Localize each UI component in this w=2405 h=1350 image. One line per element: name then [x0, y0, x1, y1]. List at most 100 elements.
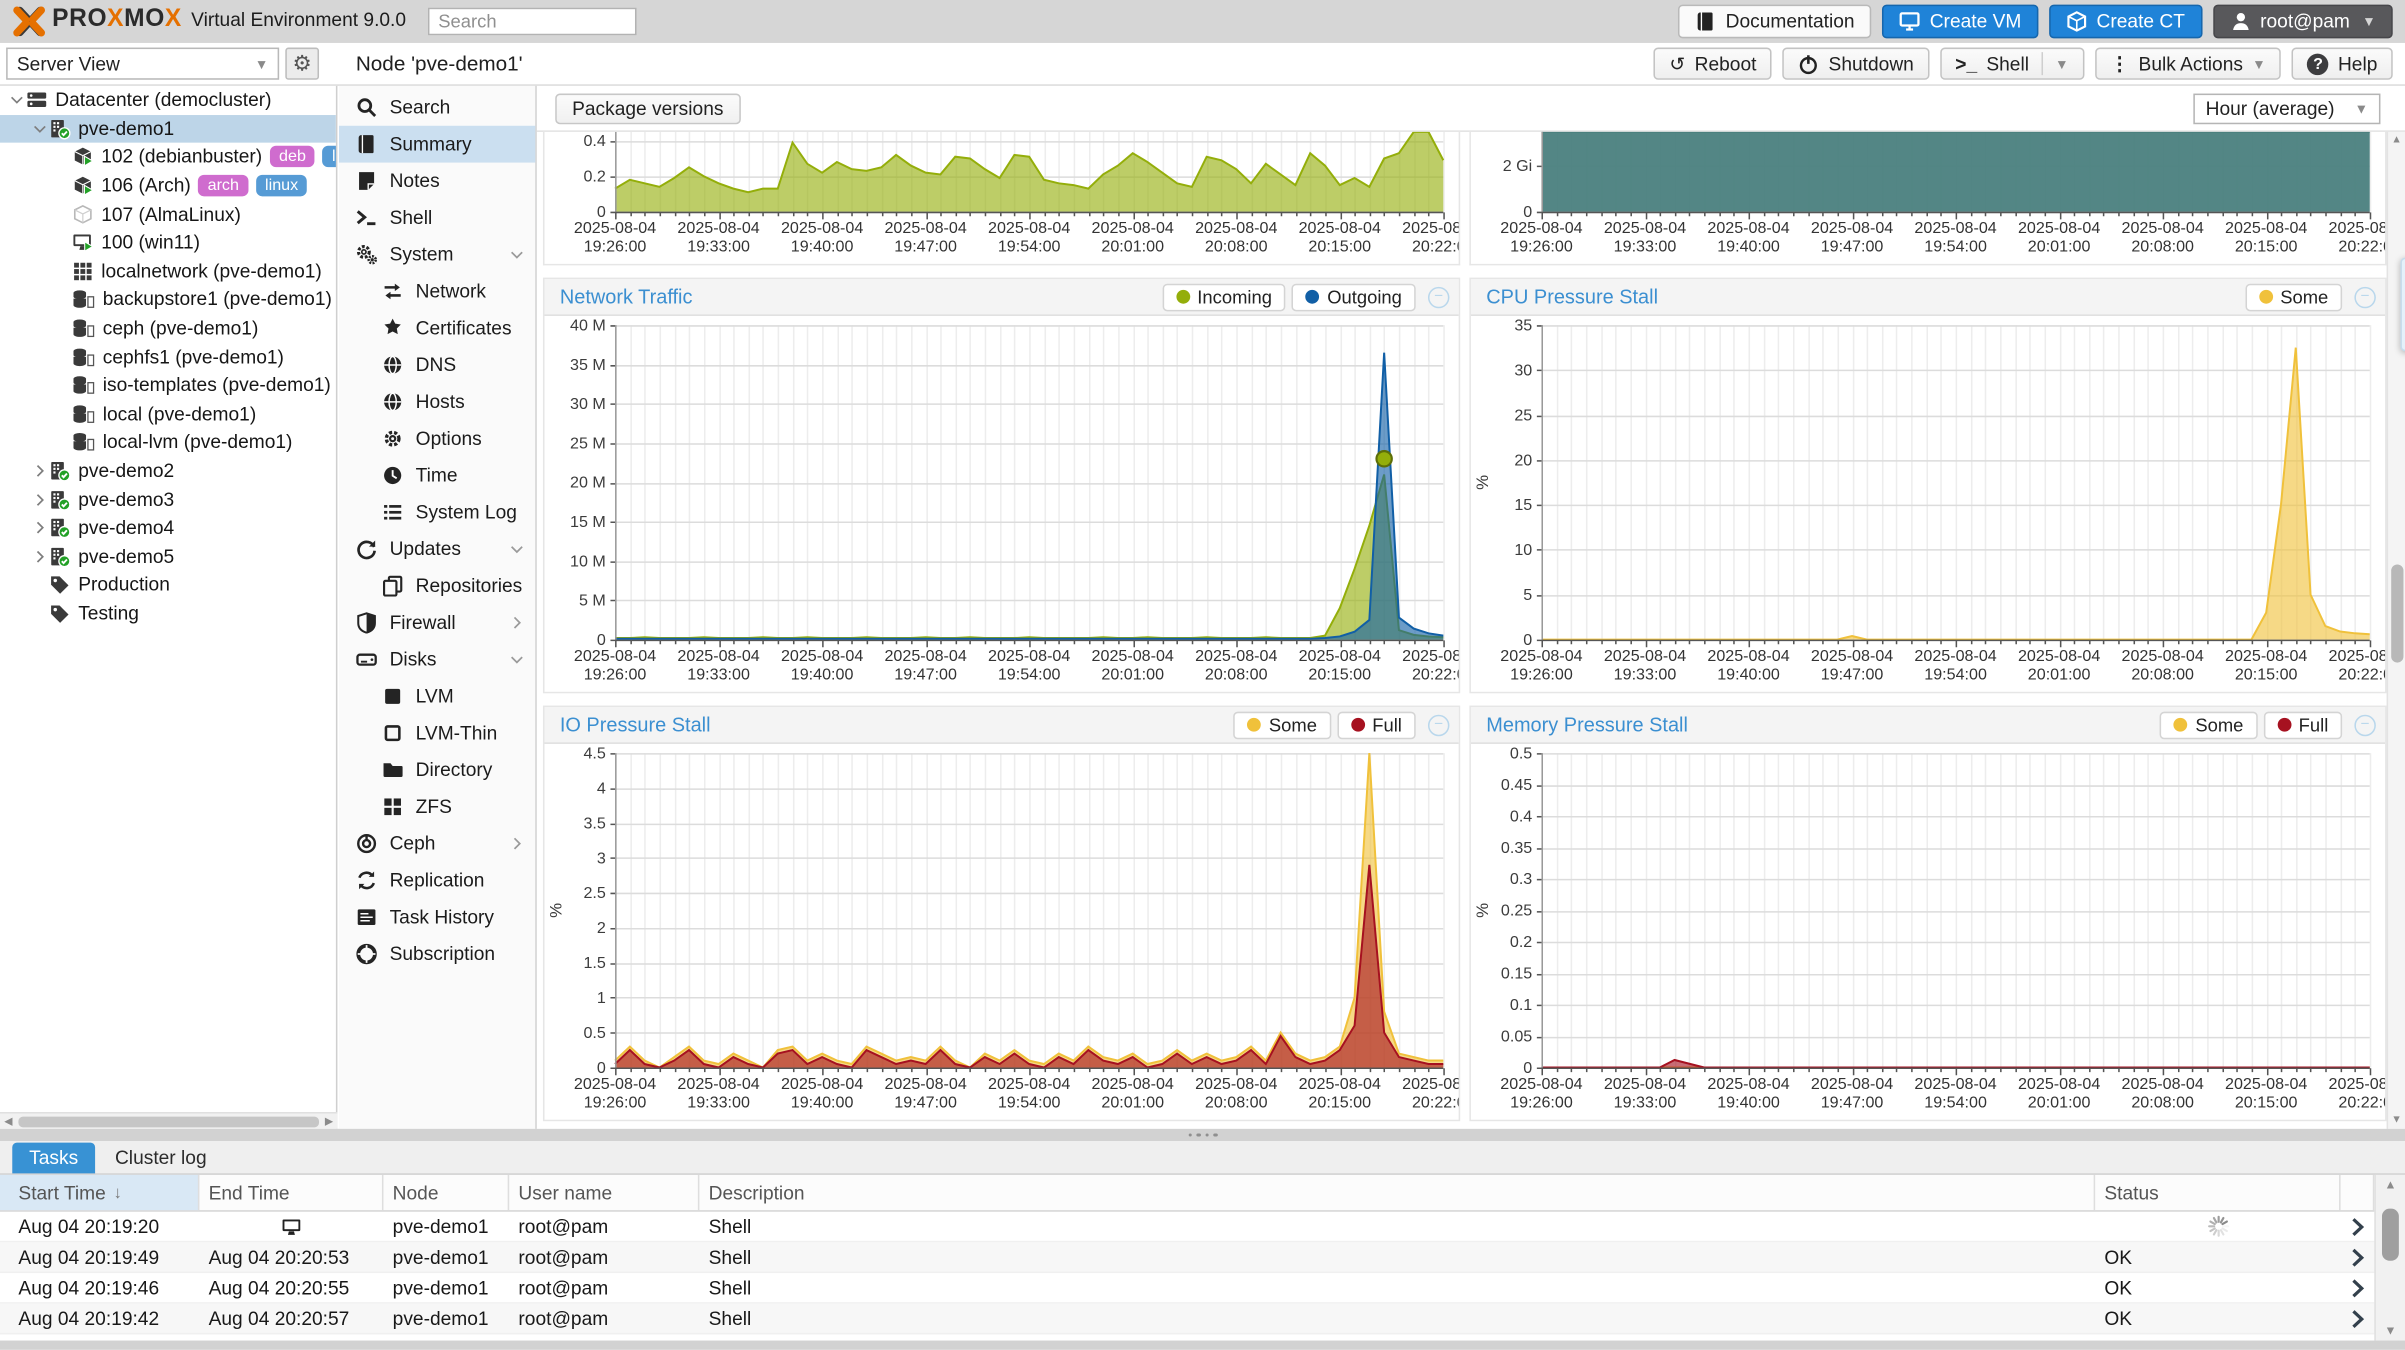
legend-some-button[interactable]: Some: [2160, 710, 2258, 739]
menu-item-task-history[interactable]: Task History: [339, 899, 535, 936]
menu-item-summary[interactable]: Summary: [338, 125, 536, 163]
panel-tool-icon[interactable]: −: [1427, 286, 1450, 308]
tree-item-pve-demo4[interactable]: pve-demo4: [0, 514, 336, 543]
help-button[interactable]: ? Help: [2291, 47, 2393, 80]
menu-item-disks[interactable]: Disks: [339, 641, 535, 678]
tree-item-pve-demo3[interactable]: pve-demo3: [0, 485, 336, 514]
menu-item-firewall[interactable]: Firewall: [339, 604, 535, 641]
tree-item-cephfs1-pve-demo1[interactable]: cephfs1 (pve-demo1): [0, 343, 336, 372]
tree-item-102-debianbuster[interactable]: 102 (debianbuster) deb linux: [0, 143, 336, 172]
legend-outgoing-button[interactable]: Outgoing: [1291, 282, 1416, 311]
menu-item-options[interactable]: Options: [339, 420, 535, 457]
column-header-user-name[interactable]: User name: [509, 1174, 700, 1211]
scrollbar-thumb[interactable]: [2381, 1208, 2399, 1261]
tasks-scrollbar[interactable]: ▲ ▼: [2374, 1174, 2405, 1341]
caret-down-icon[interactable]: [6, 92, 26, 107]
scroll-right-icon[interactable]: ▶: [321, 1115, 338, 1128]
menu-item-updates[interactable]: Updates: [339, 531, 535, 568]
menu-item-time[interactable]: Time: [339, 457, 535, 494]
tree-item-100-win11[interactable]: 100 (win11): [0, 228, 336, 257]
task-expand[interactable]: [2341, 1212, 2375, 1241]
menu-item-network[interactable]: Network: [339, 273, 535, 310]
caret-right-icon[interactable]: [29, 549, 49, 564]
tree-item-localnetwork-pve-demo1[interactable]: localnetwork (pve-demo1): [0, 257, 336, 286]
task-expand[interactable]: [2341, 1273, 2375, 1302]
menu-item-ceph[interactable]: Ceph: [339, 825, 535, 862]
tree-item-datacenter-democluster[interactable]: Datacenter (democluster): [0, 86, 336, 115]
scroll-down-icon[interactable]: ▼: [2376, 1324, 2405, 1338]
column-header-status[interactable]: Status: [2095, 1174, 2341, 1211]
caret-right-icon[interactable]: [29, 520, 49, 535]
task-row[interactable]: Aug 04 20:19:46 Aug 04 20:20:55 pve-demo1 r…: [0, 1273, 2405, 1304]
column-header-end-time[interactable]: End Time: [199, 1174, 384, 1211]
menu-item-zfs[interactable]: ZFS: [339, 788, 535, 825]
timeframe-select[interactable]: Hour (average) ▼: [2193, 92, 2381, 124]
menu-item-replication[interactable]: Replication: [339, 862, 535, 899]
task-expand[interactable]: [2341, 1304, 2375, 1333]
task-row[interactable]: Aug 04 20:19:49 Aug 04 20:20:53 pve-demo1 r…: [0, 1242, 2405, 1274]
scroll-down-icon[interactable]: ▼: [2388, 1115, 2405, 1126]
create-vm-button[interactable]: Create VM: [1882, 4, 2039, 39]
legend-full-button[interactable]: Full: [1336, 710, 1416, 739]
tree-item-pve-demo2[interactable]: pve-demo2: [0, 457, 336, 486]
menu-item-lvm[interactable]: LVM: [339, 678, 535, 715]
panel-tool-icon[interactable]: −: [2354, 286, 2376, 308]
menu-item-search[interactable]: Search: [339, 89, 535, 126]
menu-item-lvm-thin[interactable]: LVM-Thin: [339, 715, 535, 752]
column-header-description[interactable]: Description: [699, 1174, 2096, 1211]
caret-down-icon[interactable]: [29, 121, 49, 136]
user-menu-button[interactable]: root@pam ▼: [2212, 4, 2393, 39]
documentation-button[interactable]: Documentation: [1678, 4, 1872, 39]
network-traffic-plot[interactable]: 05 M10 M15 M20 M25 M30 M35 M40 M2025-08-…: [544, 315, 1459, 692]
tree-item-pve-demo5[interactable]: pve-demo5: [0, 542, 336, 571]
tree-horizontal-scrollbar[interactable]: ◀ ▶: [0, 1112, 338, 1129]
cpu-pressure-plot[interactable]: 051015202530352025-08-0419:26:002025-08-…: [1470, 315, 2386, 692]
scroll-up-icon[interactable]: ▲: [2376, 1178, 2405, 1192]
tree-item-production[interactable]: Production: [0, 571, 336, 600]
task-row[interactable]: Aug 04 20:19:42 Aug 04 20:20:57 pve-demo1 r…: [0, 1303, 2405, 1335]
legend-some-button[interactable]: Some: [1233, 710, 1331, 739]
menu-item-hosts[interactable]: Hosts: [339, 383, 535, 420]
reboot-button[interactable]: ↺ Reboot: [1654, 47, 1772, 80]
scroll-left-icon[interactable]: ◀: [0, 1115, 17, 1128]
search-input[interactable]: [427, 7, 637, 36]
server-load-plot[interactable]: 00.20.42025-08-0419:26:002025-08-0419:33…: [544, 131, 1459, 264]
task-expand[interactable]: [2341, 1242, 2375, 1271]
view-selector[interactable]: Server View ▼: [6, 47, 280, 80]
panel-tool-icon[interactable]: −: [2354, 713, 2376, 736]
tree-item-iso-templates-pve-demo1[interactable]: iso-templates (pve-demo1): [0, 371, 336, 400]
caret-right-icon[interactable]: [29, 492, 49, 507]
menu-item-shell[interactable]: Shell: [339, 199, 535, 236]
menu-item-certificates[interactable]: Certificates: [339, 310, 535, 347]
tree-item-local-pve-demo1[interactable]: local (pve-demo1): [0, 400, 336, 429]
memory-usage-plot[interactable]: 02 Gi2025-08-0419:26:002025-08-0419:33:0…: [1470, 131, 2386, 264]
menu-item-repositories[interactable]: Repositories: [339, 568, 535, 605]
bulk-actions-button[interactable]: ⋮ Bulk Actions ▼: [2094, 47, 2282, 80]
tree-settings-button[interactable]: ⚙: [285, 47, 320, 80]
scrollbar-thumb[interactable]: [2390, 564, 2403, 663]
create-ct-button[interactable]: Create CT: [2048, 4, 2202, 39]
memory-pressure-plot[interactable]: 00.050.10.150.20.250.30.350.40.450.52025…: [1470, 743, 2386, 1120]
menu-item-dns[interactable]: DNS: [339, 347, 535, 384]
scroll-up-icon[interactable]: ▲: [2388, 135, 2405, 146]
shell-button[interactable]: >_ Shell ▼: [1939, 47, 2085, 80]
tree-item-107-almalinux[interactable]: 107 (AlmaLinux): [0, 200, 336, 229]
menu-item-notes[interactable]: Notes: [339, 163, 535, 200]
tree-item-ceph-pve-demo1[interactable]: ceph (pve-demo1): [0, 314, 336, 343]
menu-item-subscription[interactable]: Subscription: [339, 936, 535, 973]
panel-tool-icon[interactable]: −: [1427, 713, 1450, 736]
caret-right-icon[interactable]: [29, 463, 49, 478]
package-versions-button[interactable]: Package versions: [555, 92, 741, 124]
shutdown-button[interactable]: Shutdown: [1782, 47, 1930, 80]
tree-item-backupstore1-pve-demo1[interactable]: backupstore1 (pve-demo1): [0, 286, 336, 315]
menu-item-directory[interactable]: Directory: [339, 752, 535, 789]
io-pressure-plot[interactable]: 00.511.522.533.544.52025-08-0419:26:0020…: [544, 743, 1459, 1120]
tab-cluster-log[interactable]: Cluster log: [98, 1143, 223, 1174]
menu-item-system-log[interactable]: System Log: [339, 494, 535, 531]
legend-incoming-button[interactable]: Incoming: [1161, 282, 1286, 311]
tree-item-106-arch[interactable]: 106 (Arch) arch linux: [0, 171, 336, 200]
tab-tasks[interactable]: Tasks: [12, 1142, 96, 1174]
scrollbar-thumb[interactable]: [18, 1115, 320, 1127]
column-header-start-time[interactable]: Start Time ↓: [0, 1174, 200, 1211]
column-header-node[interactable]: Node: [383, 1174, 510, 1211]
